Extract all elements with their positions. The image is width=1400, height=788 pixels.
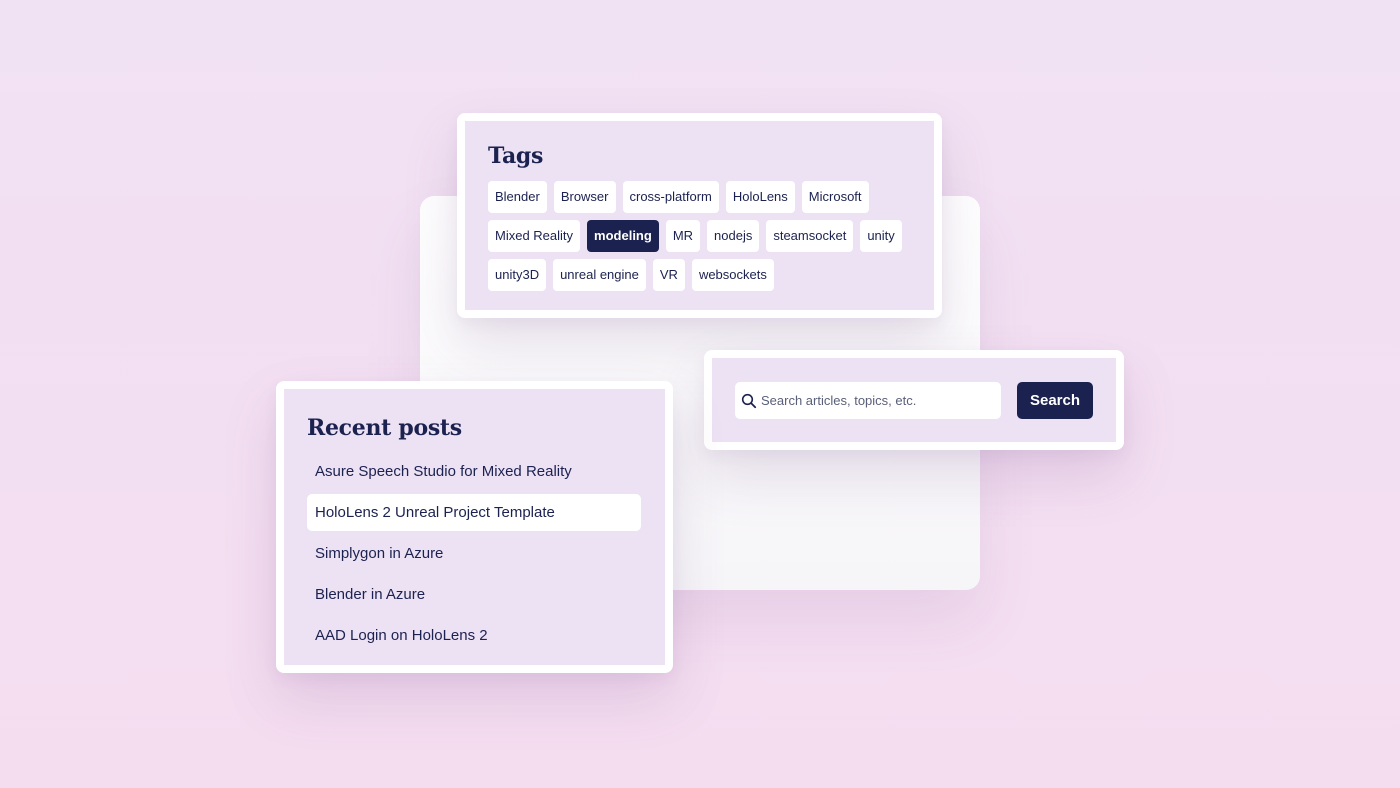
tags-panel: Tags Blender Browser cross-platform Holo… <box>457 113 942 318</box>
tag-cross-platform[interactable]: cross-platform <box>622 181 719 213</box>
recent-posts-panel: Recent posts Asure Speech Studio for Mix… <box>276 381 673 673</box>
tag-nodejs[interactable]: nodejs <box>707 220 760 252</box>
post-link-hololens-unreal-template[interactable]: HoloLens 2 Unreal Project Template <box>307 494 641 531</box>
tags-title: Tags <box>488 143 544 169</box>
recent-posts-title: Recent posts <box>307 415 462 441</box>
tag-modeling[interactable]: modeling <box>587 220 659 252</box>
tag-browser[interactable]: Browser <box>553 181 616 213</box>
tag-blender[interactable]: Blender <box>488 181 547 213</box>
post-link-aad-login-hololens[interactable]: AAD Login on HoloLens 2 <box>307 617 641 654</box>
post-link-asure-speech-studio[interactable]: Asure Speech Studio for Mixed Reality <box>307 453 641 490</box>
search-input[interactable] <box>761 381 993 419</box>
post-link-blender-azure[interactable]: Blender in Azure <box>307 576 641 613</box>
search-panel: Search <box>704 350 1124 450</box>
search-field[interactable] <box>735 381 1001 419</box>
tag-microsoft[interactable]: Microsoft <box>801 181 869 213</box>
tag-unity[interactable]: unity <box>860 220 902 252</box>
tag-websockets[interactable]: websockets <box>691 259 774 291</box>
post-link-simplygon-azure[interactable]: Simplygon in Azure <box>307 535 641 572</box>
tag-mixed-reality[interactable]: Mixed Reality <box>488 220 581 252</box>
post-list: Asure Speech Studio for Mixed Reality Ho… <box>307 453 641 654</box>
tag-hololens[interactable]: HoloLens <box>725 181 795 213</box>
tag-mr[interactable]: MR <box>665 220 701 252</box>
tag-list: Blender Browser cross-platform HoloLens … <box>488 181 908 291</box>
search-button[interactable]: Search <box>1017 381 1093 419</box>
tag-unity3d[interactable]: unity3D <box>488 259 547 291</box>
tag-steamsocket[interactable]: steamsocket <box>766 220 854 252</box>
tag-unreal-engine[interactable]: unreal engine <box>553 259 646 291</box>
tag-vr[interactable]: VR <box>652 259 685 291</box>
search-icon <box>741 393 757 408</box>
